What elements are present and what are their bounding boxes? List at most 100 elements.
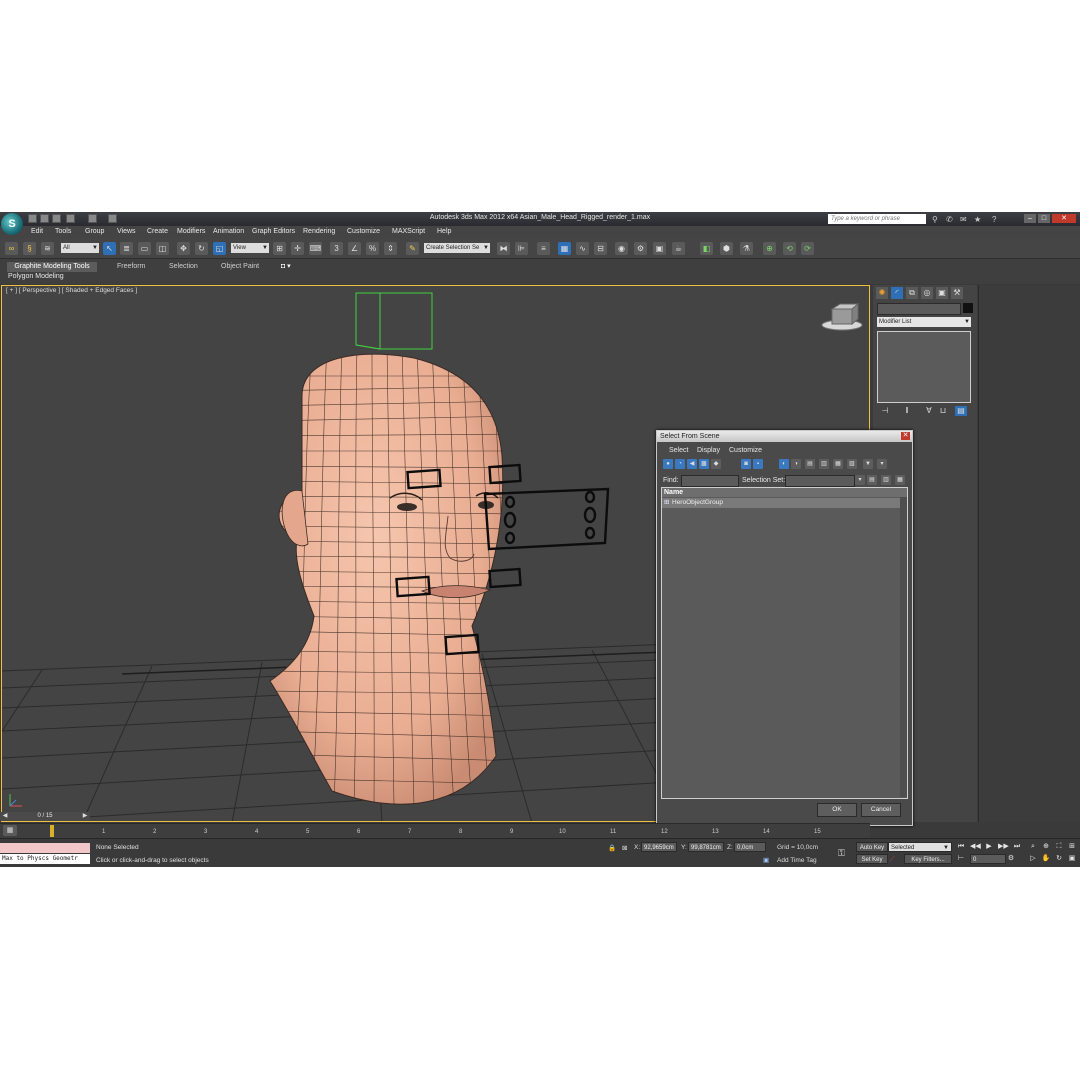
find-input[interactable]	[681, 475, 739, 487]
edit-named-selection-icon[interactable]: ✎	[406, 242, 419, 255]
pan-view-icon[interactable]: ✋	[1041, 854, 1051, 864]
filter-shapes-icon[interactable]: ◔	[675, 459, 685, 469]
ok-button[interactable]: OK	[817, 803, 857, 817]
pin-stack-icon[interactable]: ⊣	[879, 406, 891, 416]
close-button[interactable]: ✕	[1052, 214, 1076, 223]
reference-coordinate-dropdown[interactable]: View ▼	[231, 243, 269, 253]
filter-lights-icon[interactable]: ◀	[687, 459, 697, 469]
graphite-ribbon-icon[interactable]: ▦	[558, 242, 571, 255]
menu-edit[interactable]: Edit	[31, 228, 43, 235]
time-slider[interactable]: 0 / 15	[0, 812, 90, 821]
zoom-all-icon[interactable]: ⊕	[1041, 842, 1051, 852]
filter-cameras-icon[interactable]: ▩	[699, 459, 709, 469]
create-selection-set-icon[interactable]: ▤	[867, 475, 877, 485]
help-icon[interactable]: ?	[992, 215, 996, 224]
viewport-label[interactable]: [ + ] [ Perspective ] [ Shaded + Edged F…	[6, 287, 137, 294]
select-object-icon[interactable]: ↖	[103, 242, 116, 255]
dialog-close-button[interactable]: ✕	[901, 432, 910, 440]
scene-object-list[interactable]: Name ⊞ HeroObjectGroup	[661, 487, 908, 799]
percent-snap-icon[interactable]: %	[366, 242, 379, 255]
time-slider-left-icon[interactable]: ◀	[0, 812, 10, 821]
ribbon-options-icon[interactable]: ◘ ▾	[281, 262, 291, 272]
go-to-end-icon[interactable]: ⏭	[1012, 842, 1022, 852]
align-icon[interactable]: ⊫	[515, 242, 528, 255]
make-unique-icon[interactable]: ∀	[923, 406, 935, 416]
subscription-icon[interactable]: ✉	[960, 215, 967, 224]
menu-graph-editors[interactable]: Graph Editors	[252, 228, 295, 235]
orbit-icon[interactable]: ↻	[1054, 854, 1064, 864]
maximize-button[interactable]: □	[1038, 214, 1050, 223]
object-name-input[interactable]	[877, 303, 961, 315]
filter-funnel-options-icon[interactable]: ▾	[877, 459, 887, 469]
modify-tab-icon[interactable]: ◜	[891, 287, 903, 299]
show-end-result-icon[interactable]: ‖	[901, 406, 913, 416]
helper-box-green[interactable]	[355, 292, 433, 350]
default-tangent-icon[interactable]: ⟋	[890, 856, 895, 864]
key-mode-dropdown[interactable]: Selected ▼	[888, 842, 952, 852]
tab-selection[interactable]: Selection	[169, 262, 198, 272]
render-production-icon[interactable]: ☕	[672, 242, 685, 255]
next-frame-icon[interactable]: ▶▶	[998, 842, 1009, 852]
maximize-viewport-icon[interactable]: ▣	[1067, 854, 1077, 864]
x-coordinate-field[interactable]: 92,9659cm	[641, 842, 677, 852]
link-icon[interactable]: ∞	[5, 242, 18, 255]
communication-center-icon[interactable]: ✆	[946, 215, 953, 224]
extra-tool-3-icon[interactable]: ⚗	[740, 242, 753, 255]
time-configuration-icon[interactable]: ⚙	[1006, 854, 1016, 864]
track-bar[interactable]: ▦ 1 2 3 4 5 6 7 8 9 10 11 12 13 14 15	[0, 823, 870, 838]
menu-animation[interactable]: Animation	[213, 228, 244, 235]
rectangular-selection-icon[interactable]: ▭	[138, 242, 151, 255]
list-item[interactable]: ⊞ HeroObjectGroup	[662, 498, 900, 508]
modifier-stack[interactable]	[877, 331, 971, 403]
y-coordinate-field[interactable]: 99,8781cm	[688, 842, 724, 852]
select-none-icon[interactable]: ▥	[819, 459, 829, 469]
keyboard-shortcut-icon[interactable]: ⌨	[309, 242, 322, 255]
scale-icon[interactable]: ◱	[213, 242, 226, 255]
zoom-extents-all-icon[interactable]: ⊞	[1067, 842, 1077, 852]
filter-funnel-icon[interactable]: ▼	[863, 459, 873, 469]
menu-help[interactable]: Help	[437, 228, 451, 235]
filter-geometry-icon[interactable]: ●	[663, 459, 673, 469]
male-head-mesh[interactable]	[262, 346, 522, 806]
menu-create[interactable]: Create	[147, 228, 168, 235]
extra-tool-1-icon[interactable]: ◧	[700, 242, 713, 255]
material-editor-icon[interactable]: ◉	[615, 242, 628, 255]
display-tab-icon[interactable]: ▣	[936, 287, 948, 299]
binoculars-icon[interactable]: ⚲	[932, 215, 938, 224]
tab-freeform[interactable]: Freeform	[117, 262, 145, 272]
mirror-icon[interactable]: ⧓	[497, 242, 510, 255]
spinner-snap-icon[interactable]: ⇕	[384, 242, 397, 255]
previous-frame-icon[interactable]: ◀◀	[970, 842, 981, 852]
key-icon[interactable]: ⚿	[838, 848, 845, 859]
go-to-start-icon[interactable]: ⏮	[956, 842, 966, 852]
menu-group[interactable]: Group	[85, 228, 104, 235]
utilities-tab-icon[interactable]: ⚒	[951, 287, 963, 299]
absolute-transform-icon[interactable]: ⊠	[622, 844, 627, 852]
selection-set-dropdown[interactable]	[785, 475, 855, 487]
help-search-input[interactable]: Type a keyword or phrase	[828, 214, 926, 224]
add-time-tag[interactable]: Add Time Tag	[777, 857, 817, 864]
cancel-button[interactable]: Cancel	[861, 803, 901, 817]
bind-spacewarp-icon[interactable]: ≋	[41, 242, 54, 255]
dialog-menu-display[interactable]: Display	[697, 447, 720, 454]
display-children-icon[interactable]: ▧	[847, 459, 857, 469]
extra-tool-5-icon[interactable]: ⟲	[783, 242, 796, 255]
minimize-button[interactable]: –	[1024, 214, 1036, 223]
select-all-icon[interactable]: ▤	[805, 459, 815, 469]
angle-snap-icon[interactable]: ∠	[348, 242, 361, 255]
selection-filter-dropdown[interactable]: All ▼	[61, 243, 99, 253]
field-of-view-icon[interactable]: ▷	[1028, 854, 1038, 864]
column-header-name[interactable]: Name	[662, 488, 907, 497]
delete-selection-set-icon[interactable]: ▦	[895, 475, 905, 485]
menu-customize[interactable]: Customize	[347, 228, 380, 235]
menu-tools[interactable]: Tools	[55, 228, 71, 235]
remove-modifier-icon[interactable]: ⊔	[937, 406, 949, 416]
auto-key-button[interactable]: Auto Key	[856, 842, 888, 852]
ribbon-panel-polygon-modeling[interactable]: Polygon Modeling	[8, 273, 64, 280]
zoom-extents-icon[interactable]: ⛶	[1054, 842, 1064, 852]
filter-groups-icon[interactable]: ▪	[753, 459, 763, 469]
key-filters-button[interactable]: Key Filters...	[904, 854, 952, 864]
layer-manager-icon[interactable]: ≡	[537, 242, 550, 255]
dialog-menu-customize[interactable]: Customize	[729, 447, 762, 454]
create-tab-icon[interactable]: ✺	[876, 287, 888, 299]
